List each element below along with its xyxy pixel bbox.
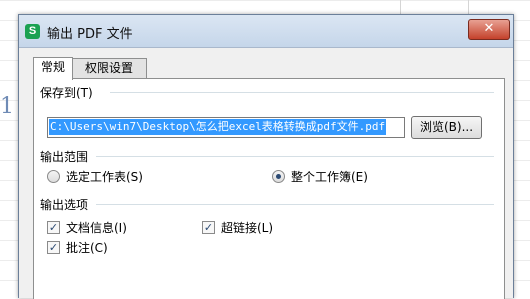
close-icon: ✕ (483, 21, 495, 36)
save-path-text: C:\Users\win7\Desktop\怎么把excel表格转换成pdf文件… (49, 119, 387, 135)
divider (96, 204, 494, 205)
radio-button-selected-icon (272, 170, 285, 183)
checkbox-checked-icon: ✓ (202, 221, 215, 234)
tab-permissions[interactable]: 权限设置 (71, 58, 147, 79)
output-options-label: 输出选项 (40, 198, 89, 212)
checkbox-label: 超链接(L) (221, 221, 274, 235)
radio-label: 选定工作表(S) (66, 170, 143, 184)
spreadsheet-row-number: 1 (0, 94, 14, 119)
tab-general[interactable]: 常规 (33, 57, 73, 80)
close-button[interactable]: ✕ (468, 19, 510, 40)
radio-selected-sheets[interactable]: 选定工作表(S) (47, 168, 143, 185)
save-path-input[interactable]: C:\Users\win7\Desktop\怎么把excel表格转换成pdf文件… (47, 117, 405, 138)
wps-app-icon: S (25, 24, 40, 39)
checkbox-checked-icon: ✓ (47, 221, 60, 234)
divider (96, 156, 494, 157)
browse-button[interactable]: 浏览(B)... (411, 116, 482, 139)
checkbox-label: 批注(C) (66, 241, 108, 255)
save-to-label: 保存到(T) (40, 86, 93, 100)
divider (110, 92, 494, 93)
checkbox-checked-icon: ✓ (47, 241, 60, 254)
general-panel: 保存到(T) C:\Users\win7\Desktop\怎么把excel表格转… (33, 78, 505, 299)
radio-button-icon (47, 170, 60, 183)
checkbox-comments[interactable]: ✓ 批注(C) (47, 239, 108, 256)
checkbox-document-info[interactable]: ✓ 文档信息(I) (47, 219, 127, 236)
radio-label: 整个工作簿(E) (291, 170, 368, 184)
export-pdf-dialog: S 输出 PDF 文件 ✕ 常规 权限设置 保存到(T) C:\Users\wi… (18, 14, 514, 299)
radio-whole-workbook[interactable]: 整个工作簿(E) (272, 168, 368, 185)
dialog-title: 输出 PDF 文件 (47, 27, 133, 42)
output-range-label: 输出范围 (40, 150, 89, 164)
checkbox-hyperlink[interactable]: ✓ 超链接(L) (202, 219, 273, 236)
checkbox-label: 文档信息(I) (66, 221, 127, 235)
title-bar[interactable]: S 输出 PDF 文件 ✕ (19, 15, 513, 48)
